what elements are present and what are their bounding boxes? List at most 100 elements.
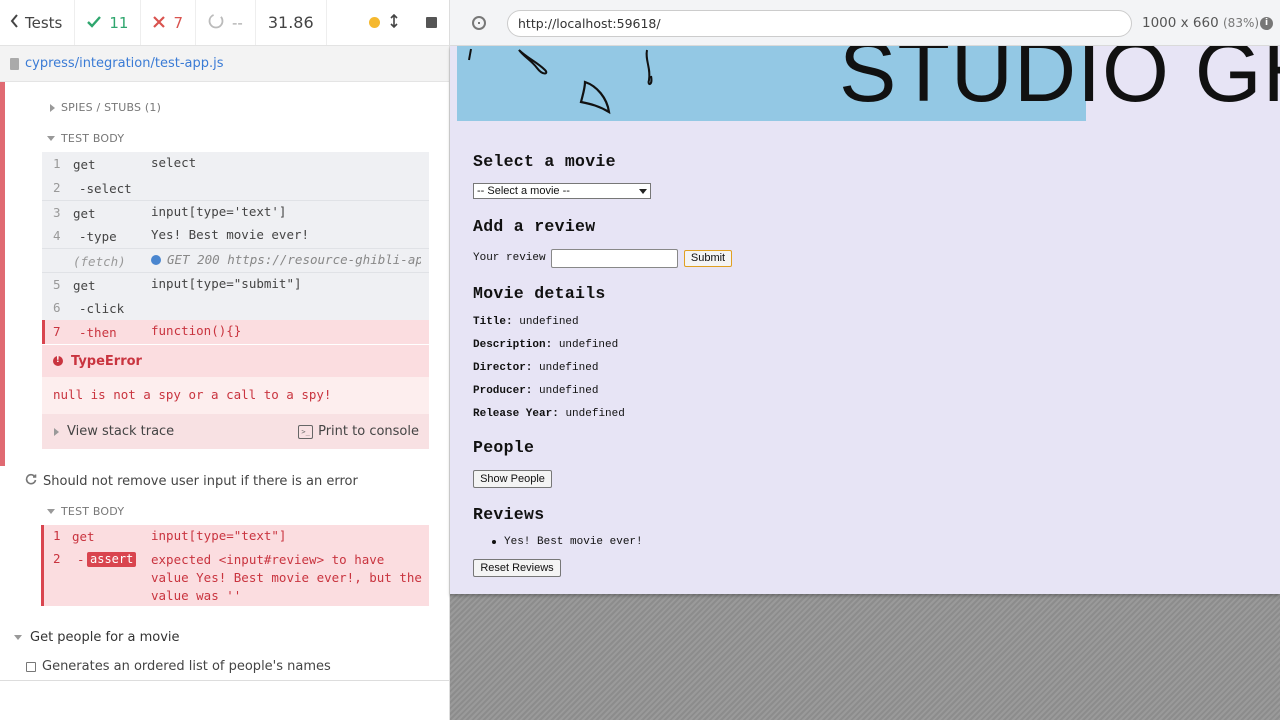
people-heading: People [473,438,535,457]
error-type: TypeError [71,353,142,369]
print-to-console-label: Print to console [318,424,419,439]
spec-file-link[interactable]: cypress/integration/test-app.js [25,56,224,71]
pending-test-row[interactable]: Generates an ordered list of people's na… [26,659,331,674]
reporter-controls [327,0,449,45]
stop-icon[interactable] [426,17,437,28]
movie-details-heading: Movie details [473,284,606,303]
viewport-size: 1000 x 660 [1142,15,1219,31]
test-body-label: TEST BODY [61,132,125,145]
error-header: TypeError [42,345,429,377]
app-preview-panel: http://localhost:59618/ 1000 x 660 (83%)… [450,0,1280,720]
caret-right-icon [54,427,59,436]
check-icon [87,14,102,32]
command-row[interactable]: 3 get input[type='text'] [42,200,429,224]
review-text: Yes! Best movie ever! [504,536,643,548]
command-row[interactable]: 5 get input[type="submit"] [42,272,429,296]
detail-title: Title: undefined [473,316,579,328]
test-title-row[interactable]: Should not remove user input if there is… [25,473,358,489]
running-status-icon [369,17,380,28]
bullet-icon [492,540,496,544]
command-number: 1 [53,528,61,543]
command-name: get [72,529,95,544]
failed-command-log: 1 get input[type="text"] 2 - assert expe… [41,525,429,606]
spec-path-bar: cypress/integration/test-app.js [0,46,449,82]
error-icon [53,355,63,366]
terminal-icon: >_ [298,424,314,439]
pending-circle-icon [208,13,224,33]
failed-count: 7 [173,13,183,32]
reset-reviews-button[interactable]: Reset Reviews [473,559,561,577]
suite-title-row[interactable]: Get people for a movie [14,630,180,645]
app-iframe: STUDIO GHI Select a movie -- Select a mo… [450,46,1280,594]
movie-select-value: -- Select a movie -- [477,185,570,197]
run-duration: 31.86 [256,0,327,45]
test-body-toggle[interactable]: TEST BODY [47,132,124,145]
view-stack-trace-toggle[interactable]: View stack trace [54,424,174,439]
reporter-panel: Tests 11 7 -- 31.86 cypress/integration/… [0,0,450,720]
error-footer: View stack trace >_ Print to console [42,414,429,449]
submit-button[interactable]: Submit [684,250,732,267]
info-icon[interactable]: i [1260,17,1273,30]
fetch-command-row[interactable]: (fetch) GET 200 https://resource-ghibli-… [42,248,429,272]
auto-scroll-toggle-icon[interactable] [390,13,398,32]
failed-test-indicator [0,82,5,466]
select-movie-heading: Select a movie [473,152,616,171]
caret-down-icon [47,136,55,141]
review-list-item: Yes! Best movie ever! [492,536,643,548]
command-log: 1 get select 2 -select 3 get input[type=… [42,152,429,344]
spies-stubs-label: SPIES / STUBS (1) [61,101,162,114]
reporter-header: Tests 11 7 -- 31.86 [0,0,449,46]
test-body-toggle[interactable]: TEST BODY [47,505,124,518]
checkbox-icon [26,661,36,672]
command-message: input[type="text"] [151,528,287,543]
command-number: 2 [53,551,61,566]
error-box: TypeError null is not a spy or a call to… [42,345,429,449]
spies-stubs-toggle[interactable]: SPIES / STUBS (1) [50,101,161,114]
passed-count-filter[interactable]: 11 [75,0,142,45]
viewport-info[interactable]: 1000 x 660 (83%) [1142,15,1259,31]
failed-count-filter[interactable]: 7 [141,0,196,45]
view-stack-trace-label: View stack trace [67,424,175,439]
doodle-drawing-icon [468,48,653,115]
print-to-console-button[interactable]: >_ Print to console [298,424,419,439]
error-message: null is not a spy or a call to a spy! [53,387,332,402]
test-body-label: TEST BODY [61,505,125,518]
command-row[interactable]: 4 -type Yes! Best movie ever! [42,224,429,248]
url-bar: http://localhost:59618/ 1000 x 660 (83%)… [450,0,1280,46]
divider [0,680,449,681]
assert-badge[interactable]: assert [87,552,137,567]
review-label: Your review [473,252,546,264]
add-review-heading: Add a review [473,217,596,236]
show-people-button[interactable]: Show People [473,470,552,488]
review-input[interactable] [551,249,678,268]
pending-count-filter[interactable]: -- [196,0,256,45]
selector-playground-icon[interactable] [472,16,486,30]
failed-command-row[interactable]: 7 -then function(){} [42,320,429,344]
caret-right-icon [50,103,55,112]
detail-director: Director: undefined [473,362,599,374]
banner-title: STUDIO GHI [839,46,1280,120]
test-title: Should not remove user input if there is… [43,473,358,489]
command-row[interactable]: 1 get select [42,152,429,176]
command-row[interactable]: 2 -select [42,176,429,200]
back-label: Tests [25,13,63,32]
detail-release-year: Release Year: undefined [473,408,625,420]
file-icon [10,57,19,70]
caret-down-icon [14,635,22,640]
assert-message: expected <input#review> to have value Ye… [151,552,422,603]
reviews-heading: Reviews [473,505,545,524]
chevron-left-icon [10,13,19,32]
suite-title: Get people for a movie [30,630,180,645]
detail-description: Description: undefined [473,339,619,351]
detail-producer: Producer: undefined [473,385,599,397]
request-status-dot-icon [151,254,161,265]
back-to-tests-button[interactable]: Tests [0,0,76,45]
studio-ghibli-banner: STUDIO GHI [457,46,1280,121]
movie-select[interactable]: -- Select a movie -- [473,183,651,199]
url-display[interactable]: http://localhost:59618/ [507,10,1132,37]
command-row[interactable]: 6 -click [42,296,429,320]
pending-count: -- [232,13,243,32]
refresh-icon [25,473,37,489]
passed-count: 11 [109,13,129,32]
zoom-level: (83%) [1223,16,1260,30]
